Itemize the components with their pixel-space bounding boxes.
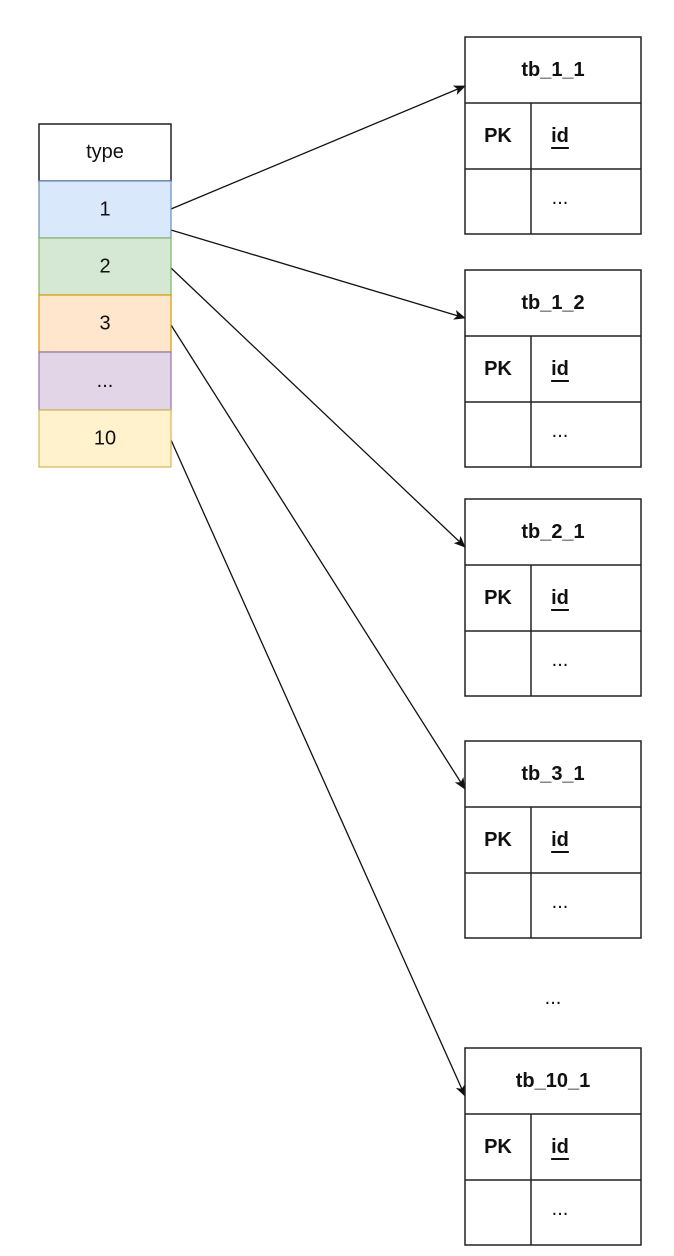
- table-name: tb_2_1: [521, 521, 584, 543]
- more-fields: ...: [552, 187, 569, 209]
- more-fields: ...: [552, 649, 569, 671]
- more-fields: ...: [552, 420, 569, 442]
- type-value: 2: [99, 256, 110, 278]
- id-field: id: [551, 1136, 569, 1158]
- table-tb_10_1: tb_10_1 PK id...: [464, 1047, 642, 1246]
- more-fields: ...: [552, 891, 569, 913]
- pk-label: PK: [484, 358, 512, 380]
- edge-1-tb_1_2: [170, 229, 466, 320]
- more-tables-ellipsis: ...: [545, 987, 562, 1009]
- id-field: id: [551, 829, 569, 851]
- more-fields: ...: [552, 1198, 569, 1220]
- id-field: id: [551, 358, 569, 380]
- edge-1-tb_1_1: [170, 85, 466, 210]
- edge-10-tb_10_1: [170, 439, 466, 1097]
- pk-label: PK: [484, 587, 512, 609]
- type-value: 10: [94, 428, 116, 450]
- table-name: tb_1_1: [521, 59, 584, 81]
- type-header: type: [86, 141, 124, 163]
- table-name: tb_10_1: [516, 1070, 591, 1092]
- table-tb_1_2: tb_1_2 PK id...: [464, 269, 642, 468]
- type-table: type 1 2 3... 10: [38, 123, 172, 468]
- pk-label: PK: [484, 125, 512, 147]
- edge-2-tb_2_1: [170, 267, 466, 548]
- table-name: tb_1_2: [521, 292, 584, 314]
- pk-label: PK: [484, 1136, 512, 1158]
- id-field: id: [551, 125, 569, 147]
- table-name: tb_3_1: [521, 763, 584, 785]
- diagram: type123...10 tb_1_1PK id...tb_1_2PK id...t…: [38, 36, 642, 1246]
- edge-3-tb_3_1: [170, 324, 466, 790]
- table-tb_1_1: tb_1_1 PK id...: [464, 36, 642, 235]
- pk-label: PK: [484, 829, 512, 851]
- type-value: 3: [99, 313, 110, 335]
- table-tb_2_1: tb_2_1 PK id...: [464, 498, 642, 697]
- type-value: ...: [97, 370, 114, 392]
- type-value: 1: [99, 199, 110, 221]
- table-tb_3_1: tb_3_1 PK id...: [464, 740, 642, 939]
- id-field: id: [551, 587, 569, 609]
